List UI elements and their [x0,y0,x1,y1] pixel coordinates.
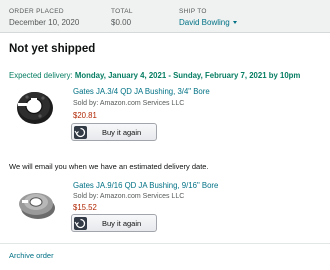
item-price: $15.52 [73,203,97,212]
ship-to-column: SHIP TO David Bowling [179,8,237,28]
buy-it-again-button[interactable]: Buy it again [71,123,157,141]
item-seller: Sold by: Amazon.com Services LLC [73,100,185,107]
buy-it-again-button[interactable]: Buy it again [71,214,157,232]
chevron-down-icon [232,21,237,25]
ship-to-name: David Bowling [179,18,230,27]
item-seller: Sold by: Amazon.com Services LLC [73,193,185,200]
ship-to-dropdown[interactable]: David Bowling [179,17,237,28]
order-placed-value: December 10, 2020 [9,18,80,27]
email-notice: We will email you when we have an estima… [9,162,209,171]
item-price: $20.81 [73,111,97,120]
reorder-icon [74,217,87,230]
item-title-link[interactable]: Gates JA.9/16 QD JA Bushing, 9/16" Bore [73,181,218,190]
reorder-icon [74,126,87,139]
total-column: TOTAL $0.00 [111,8,133,28]
product-image-bushing-3-4[interactable] [14,86,56,128]
expected-delivery-dates: Monday, January 4, 2021 - Sunday, Februa… [74,71,301,80]
buy-it-again-label: Buy it again [102,128,142,137]
expected-delivery-prefix: Expected delivery: [9,71,75,80]
expected-delivery: Expected delivery: Monday, January 4, 20… [9,71,300,80]
footer-divider [0,243,330,244]
order-header: ORDER PLACED December 10, 2020 TOTAL $0.… [0,0,330,33]
ship-to-label: SHIP TO [179,8,207,15]
buy-it-again-label: Buy it again [102,219,142,228]
product-image-bushing-9-16[interactable] [14,180,58,224]
item-title-link[interactable]: Gates JA.3/4 QD JA Bushing, 3/4" Bore [73,87,210,96]
total-value: $0.00 [111,18,132,27]
shipment-status: Not yet shipped [9,43,96,55]
order-placed-label: ORDER PLACED [9,8,64,15]
order-placed-column: ORDER PLACED December 10, 2020 [9,8,79,28]
total-label: TOTAL [111,8,133,15]
archive-order-link[interactable]: Archive order [9,251,54,260]
